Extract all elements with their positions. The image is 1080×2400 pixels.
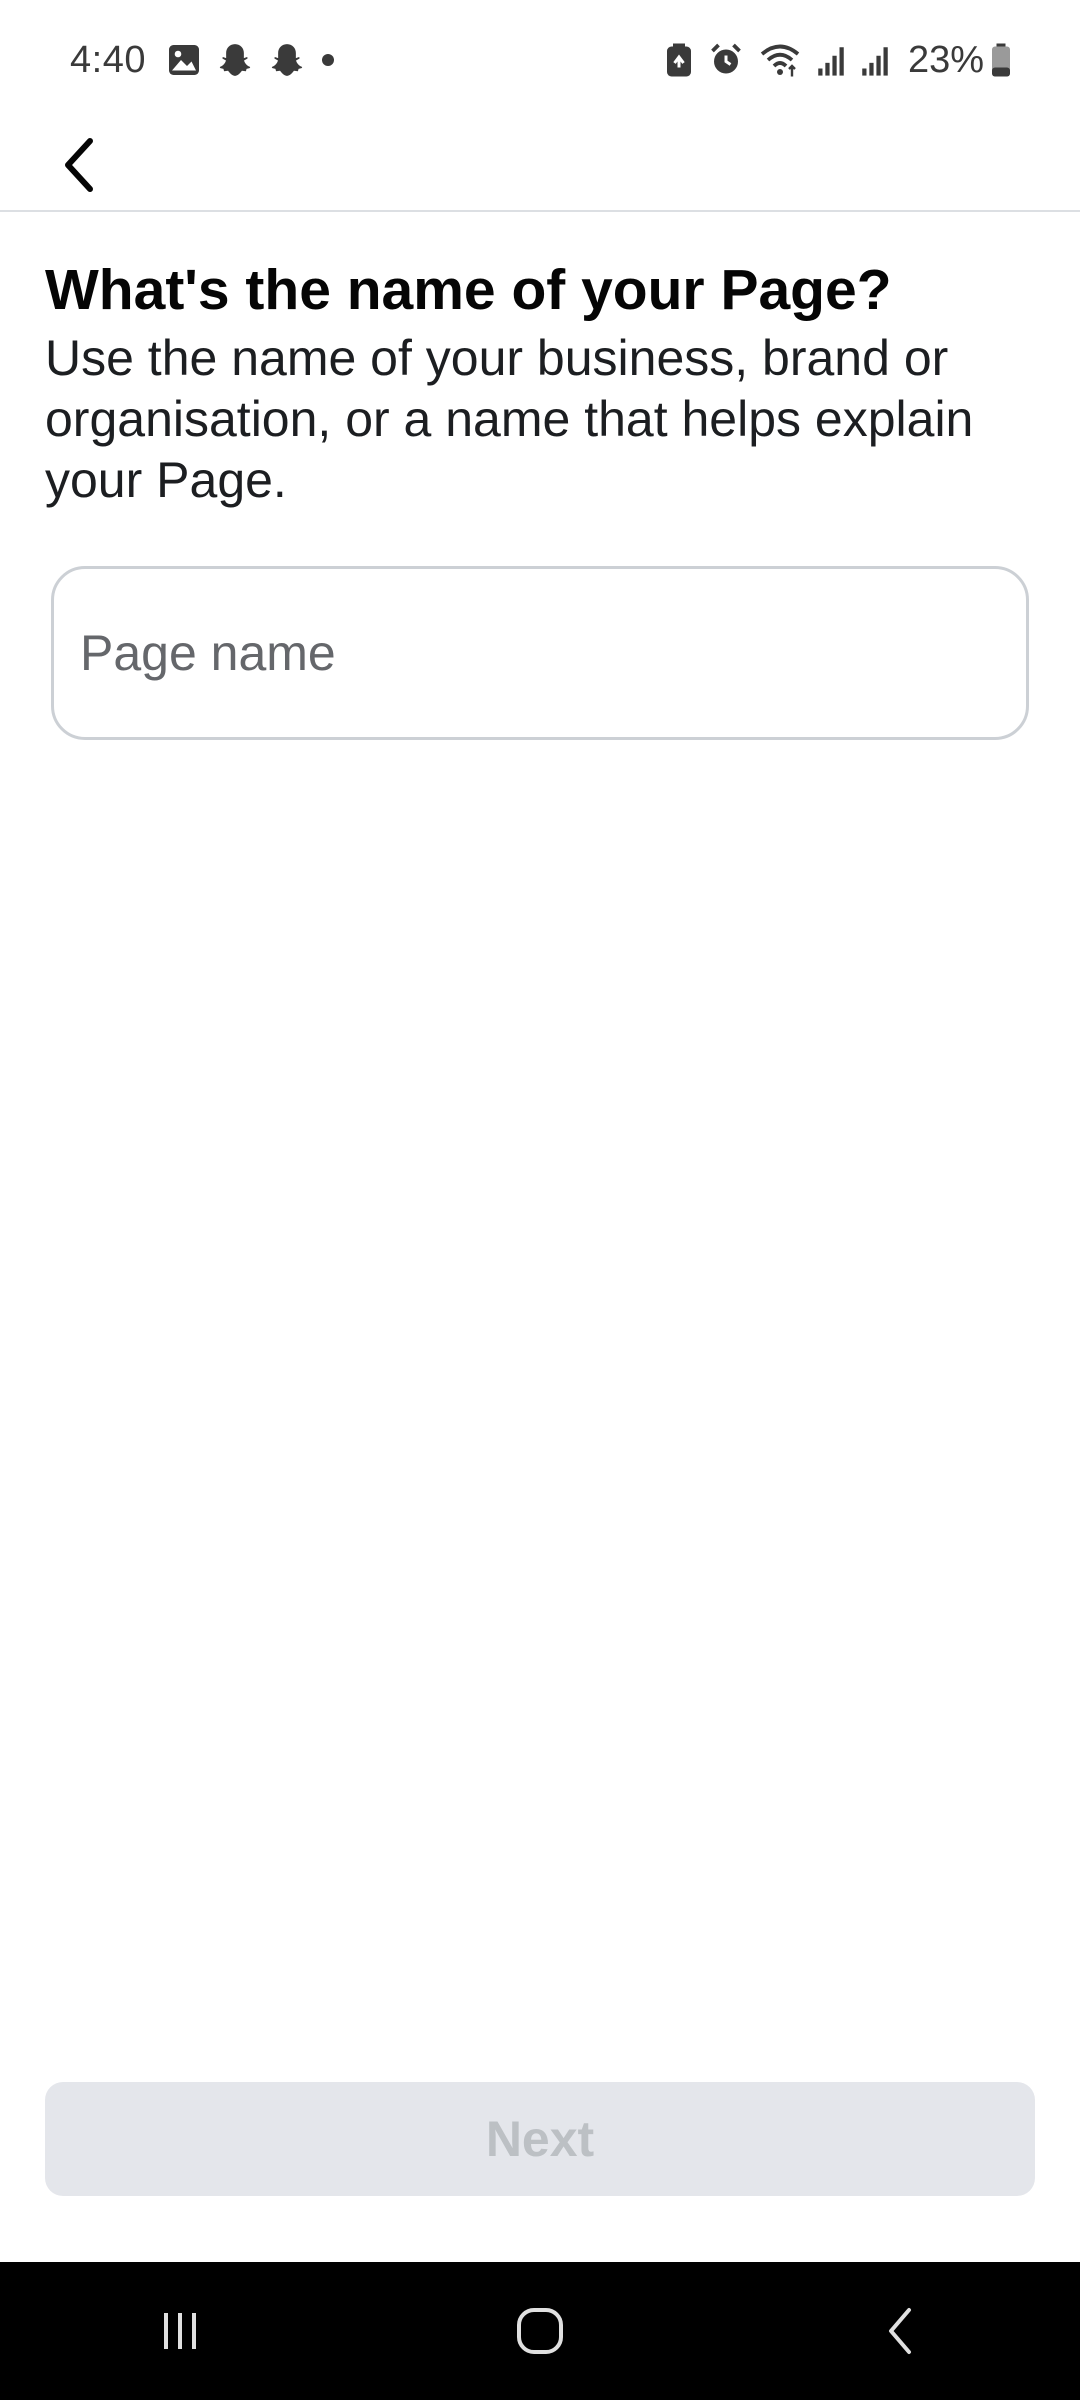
- battery-percent: 23%: [907, 38, 984, 81]
- home-icon: [517, 2308, 563, 2354]
- top-bar: [0, 120, 1080, 212]
- page-name-field[interactable]: [51, 566, 1029, 740]
- page-subtitle: Use the name of your business, brand or …: [45, 330, 974, 508]
- recent-apps-button[interactable]: [100, 2281, 260, 2381]
- status-time: 4:40: [70, 38, 146, 81]
- snapchat-icon: [268, 41, 306, 79]
- battery-icon: [990, 42, 1012, 78]
- wifi-icon: [758, 42, 802, 78]
- status-bar: 4:40 23%: [0, 0, 1080, 120]
- alarm-icon: [708, 42, 744, 78]
- battery-saver-icon: [664, 42, 694, 78]
- signal-icon: [860, 43, 890, 77]
- recent-apps-icon: [164, 2313, 196, 2349]
- snapchat-icon: [216, 41, 254, 79]
- nav-back-button[interactable]: [820, 2281, 980, 2381]
- page-name-input[interactable]: [54, 569, 1026, 737]
- gallery-icon: [166, 42, 202, 78]
- back-button[interactable]: [40, 120, 120, 210]
- status-right: 23%: [664, 39, 1012, 82]
- back-icon: [889, 2308, 911, 2354]
- system-nav-bar: [0, 2262, 1080, 2400]
- home-button[interactable]: [460, 2281, 620, 2381]
- page-title: What's the name of your Page?: [45, 258, 892, 322]
- next-button[interactable]: Next: [45, 2082, 1035, 2196]
- chevron-left-icon: [65, 138, 93, 192]
- next-button-label: Next: [485, 2111, 595, 2167]
- signal-icon: [816, 43, 846, 77]
- status-left: 4:40: [70, 39, 350, 82]
- main-content: What's the name of your Page? Use the na…: [45, 252, 1035, 511]
- notification-dot-icon: [320, 52, 336, 68]
